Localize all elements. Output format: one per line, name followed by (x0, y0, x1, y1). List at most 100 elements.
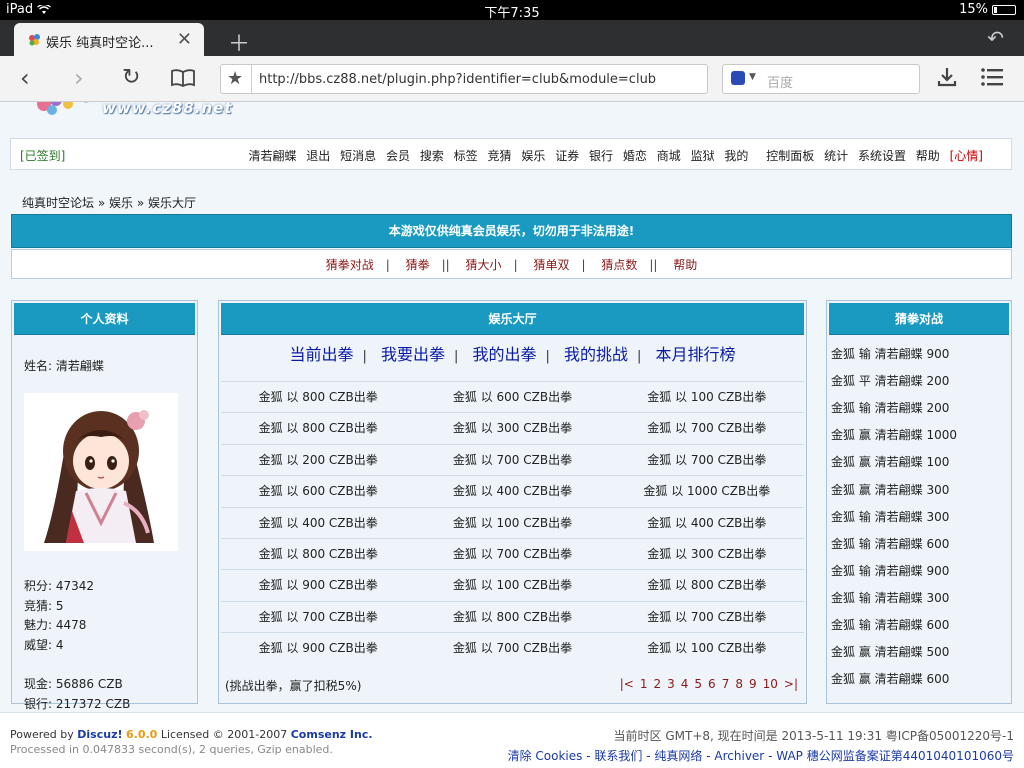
throw-offer[interactable]: 金狐 以 400 CZB出拳 (415, 476, 609, 506)
tab-monthly-ranking[interactable]: 本月排行榜 (655, 345, 735, 364)
nav-help[interactable]: 帮助 (916, 149, 940, 163)
bookmarks-icon[interactable] (170, 66, 196, 94)
nav-logout[interactable]: 退出 (306, 149, 330, 163)
tab-my-throws[interactable]: 我的出拳 (472, 345, 536, 364)
game-link-odd-even[interactable]: 猜单双 (533, 258, 569, 272)
nav-stats[interactable]: 统计 (824, 149, 848, 163)
game-link-points[interactable]: 猜点数 (601, 258, 637, 272)
site-logo[interactable]: www.cz88.net (30, 102, 240, 128)
nav-settings[interactable]: 系统设置 (858, 149, 906, 163)
page-number[interactable]: 6 (708, 677, 716, 691)
breadcrumb-home[interactable]: 纯真时空论坛 (22, 196, 94, 210)
throw-offer[interactable]: 金狐 以 400 CZB出拳 (610, 508, 804, 538)
throw-offer[interactable]: 金狐 以 700 CZB出拳 (610, 602, 804, 632)
search-engine-dropdown-icon[interactable]: ▼ (749, 72, 756, 82)
throw-offer[interactable]: 金狐 以 700 CZB出拳 (610, 413, 804, 443)
new-tab-icon[interactable]: ＋ (228, 26, 250, 58)
throw-offer[interactable]: 金狐 以 900 CZB出拳 (221, 570, 415, 600)
back-icon[interactable]: ‹ (20, 64, 30, 92)
page-number[interactable]: 10 (763, 677, 778, 691)
throw-offer[interactable]: 金狐 以 600 CZB出拳 (415, 382, 609, 412)
download-icon[interactable] (936, 66, 958, 94)
footer-link[interactable]: WAP (776, 749, 803, 763)
page-number[interactable]: 9 (749, 677, 757, 691)
throw-offer[interactable]: 金狐 以 800 CZB出拳 (221, 539, 415, 569)
throw-offer[interactable]: 金狐 以 700 CZB出拳 (415, 445, 609, 475)
close-tab-icon[interactable]: ✕ (177, 29, 192, 50)
throw-offer[interactable]: 金狐 以 400 CZB出拳 (221, 508, 415, 538)
baidu-paw-icon[interactable] (731, 71, 745, 85)
page-number[interactable]: 2 (653, 677, 661, 691)
signin-status[interactable]: [已签到] (20, 147, 65, 164)
page-number[interactable]: 7 (722, 677, 730, 691)
throw-offer[interactable]: 金狐 以 700 CZB出拳 (415, 539, 609, 569)
nav-stocks[interactable]: 证券 (555, 149, 579, 163)
nav-marriage[interactable]: 婚恋 (623, 149, 647, 163)
throw-offer[interactable]: 金狐 以 300 CZB出拳 (610, 539, 804, 569)
nav-entertainment[interactable]: 娱乐 (521, 149, 545, 163)
page-number[interactable]: 3 (667, 677, 675, 691)
forward-icon[interactable]: › (74, 64, 84, 92)
undo-close-tab-icon[interactable]: ↶ (987, 26, 1004, 50)
footer-link[interactable]: 纯真网络 (654, 749, 702, 763)
tab-title: 娱乐 纯真时空论... (46, 36, 154, 51)
page-number[interactable]: 1 (640, 677, 648, 691)
nav-messages[interactable]: 短消息 (340, 149, 376, 163)
game-link-rps[interactable]: 猜拳 (406, 258, 430, 272)
throw-offer[interactable]: 金狐 以 800 CZB出拳 (221, 382, 415, 412)
throw-offer[interactable]: 金狐 以 700 CZB出拳 (221, 602, 415, 632)
throw-offer[interactable]: 金狐 以 800 CZB出拳 (415, 602, 609, 632)
throw-offer[interactable]: 金狐 以 100 CZB出拳 (610, 382, 804, 412)
comsenz-link[interactable]: Comsenz Inc. (291, 728, 373, 741)
throw-offer[interactable]: 金狐 以 700 CZB出拳 (415, 633, 609, 663)
throw-offer[interactable]: 金狐 以 100 CZB出拳 (415, 508, 609, 538)
throw-offer[interactable]: 金狐 以 100 CZB出拳 (610, 633, 804, 663)
url-text[interactable]: http://bbs.cz88.net/plugin.php?identifie… (259, 72, 656, 87)
nav-mood[interactable]: [心情] (950, 149, 983, 163)
search-box[interactable]: ▼ 百度 (722, 64, 920, 94)
nav-mine[interactable]: 我的 (724, 149, 748, 163)
footer-link[interactable]: 穗公网监备案证第4401040101060号 (807, 749, 1014, 763)
throw-row: 金狐 以 800 CZB出拳 金狐 以 600 CZB出拳 金狐 以 100 CZB… (221, 381, 804, 412)
nav-tags[interactable]: 标签 (454, 149, 478, 163)
nav-control-panel[interactable]: 控制面板 (766, 149, 814, 163)
throw-offer[interactable]: 金狐 以 800 CZB出拳 (610, 570, 804, 600)
page-number[interactable]: 8 (735, 677, 743, 691)
discuz-link[interactable]: Discuz! (77, 728, 122, 741)
address-bar[interactable]: ★ http://bbs.cz88.net/plugin.php?identif… (220, 64, 708, 94)
throw-offer[interactable]: 金狐 以 300 CZB出拳 (415, 413, 609, 443)
page-last[interactable]: >| (784, 677, 798, 691)
nav-user[interactable]: 清若翩蝶 (248, 149, 296, 163)
throw-offer[interactable]: 金狐 以 200 CZB出拳 (221, 445, 415, 475)
throw-offer[interactable]: 金狐 以 900 CZB出拳 (221, 633, 415, 663)
nav-quiz[interactable]: 竞猜 (488, 149, 512, 163)
breadcrumb-entertainment[interactable]: 娱乐 (109, 196, 133, 210)
nav-bank[interactable]: 银行 (589, 149, 613, 163)
footer-link[interactable]: Archiver (714, 749, 764, 763)
throw-offer[interactable]: 金狐 以 1000 CZB出拳 (610, 476, 804, 506)
reload-icon[interactable]: ↻ (122, 64, 140, 92)
throw-offer[interactable]: 金狐 以 600 CZB出拳 (221, 476, 415, 506)
nav-members[interactable]: 会员 (386, 149, 410, 163)
nav-shop[interactable]: 商城 (657, 149, 681, 163)
nav-search[interactable]: 搜索 (420, 149, 444, 163)
page-first[interactable]: |< (620, 677, 634, 691)
footer-link[interactable]: 联系我们 (594, 749, 642, 763)
tab-my-challenges[interactable]: 我的挑战 (564, 345, 628, 364)
throw-offer[interactable]: 金狐 以 700 CZB出拳 (610, 445, 804, 475)
browser-tab[interactable]: 娱乐 纯真时空论... ✕ (14, 23, 204, 56)
nav-prison[interactable]: 监狱 (691, 149, 715, 163)
tab-make-throw[interactable]: 我要出拳 (381, 345, 445, 364)
bookmark-star-icon[interactable]: ★ (227, 68, 243, 89)
game-link-help[interactable]: 帮助 (673, 258, 697, 272)
page-number[interactable]: 5 (694, 677, 702, 691)
footer-link[interactable]: 清除 Cookies (508, 749, 583, 763)
search-placeholder[interactable]: 百度 (767, 72, 793, 91)
game-link-rps-battle[interactable]: 猜拳对战 (326, 258, 374, 272)
tab-current-throws[interactable]: 当前出拳 (289, 345, 353, 364)
menu-icon[interactable] (980, 66, 1004, 94)
game-link-big-small[interactable]: 猜大小 (466, 258, 502, 272)
page-number[interactable]: 4 (681, 677, 689, 691)
throw-offer[interactable]: 金狐 以 100 CZB出拳 (415, 570, 609, 600)
throw-offer[interactable]: 金狐 以 800 CZB出拳 (221, 413, 415, 443)
